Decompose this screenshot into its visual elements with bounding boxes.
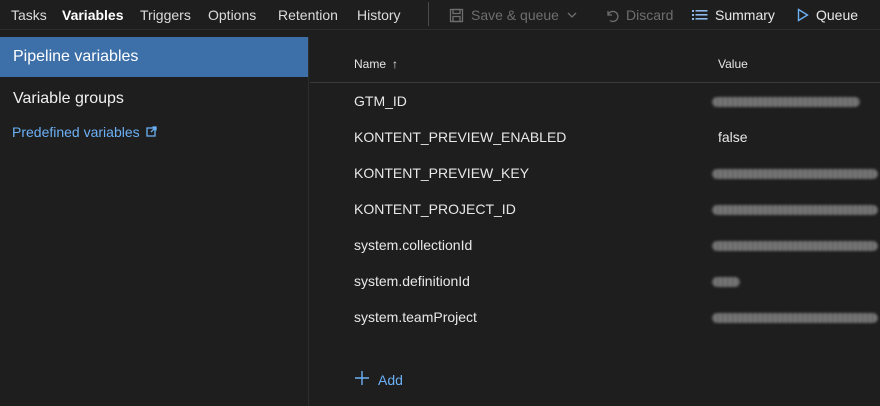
secret-value-redacted: [712, 241, 878, 251]
tab-triggers[interactable]: Triggers: [140, 7, 191, 23]
variables-table: Name ↑ Value GTM_ID KONTENT_PREVIEW_ENAB…: [310, 37, 880, 406]
column-name-label: Name: [354, 57, 387, 71]
variables-sidebar: Pipeline variables Variable groups Prede…: [0, 37, 309, 406]
plus-icon: [354, 370, 370, 389]
tab-variables[interactable]: Variables: [62, 7, 124, 23]
tab-history[interactable]: History: [357, 7, 401, 23]
save-icon: [449, 8, 464, 23]
save-queue-button[interactable]: Save & queue: [449, 7, 578, 23]
secret-value-redacted: [712, 205, 878, 215]
queue-button[interactable]: Queue: [797, 7, 858, 23]
toolbar-divider: [428, 2, 429, 26]
tab-retention[interactable]: Retention: [278, 7, 338, 23]
play-icon: [797, 8, 809, 22]
pipeline-tab-bar: Tasks Variables Triggers Options Retenti…: [0, 0, 880, 30]
discard-button[interactable]: Discard: [604, 7, 673, 23]
table-row[interactable]: system.definitionId: [310, 264, 880, 300]
variable-name[interactable]: KONTENT_PREVIEW_KEY: [354, 165, 529, 181]
table-row[interactable]: system.teamProject: [310, 300, 880, 336]
variable-name[interactable]: KONTENT_PREVIEW_ENABLED: [354, 129, 566, 145]
variable-name[interactable]: system.collectionId: [354, 237, 472, 253]
table-row[interactable]: KONTENT_PREVIEW_ENABLED false: [310, 120, 880, 156]
column-header-value: Value: [718, 57, 748, 71]
tab-tasks[interactable]: Tasks: [11, 7, 47, 23]
sort-ascending-icon: ↑: [392, 57, 399, 71]
predefined-variables-link[interactable]: Predefined variables: [12, 124, 157, 140]
tab-options[interactable]: Options: [208, 7, 256, 23]
secret-value-redacted: [712, 277, 740, 287]
secret-value-redacted: [712, 97, 860, 107]
secret-value-redacted: [712, 169, 878, 179]
secret-value-redacted: [712, 313, 878, 323]
predefined-variables-label: Predefined variables: [12, 124, 140, 140]
list-icon: [692, 8, 708, 22]
table-row[interactable]: KONTENT_PROJECT_ID: [310, 192, 880, 228]
table-header: Name ↑ Value: [310, 37, 880, 83]
external-link-icon: [145, 124, 157, 140]
undo-icon: [604, 8, 619, 23]
discard-label: Discard: [626, 7, 674, 23]
add-variable-button[interactable]: Add: [354, 370, 403, 389]
variable-name[interactable]: GTM_ID: [354, 93, 407, 109]
sidebar-item-variable-groups[interactable]: Variable groups: [0, 79, 308, 119]
summary-button[interactable]: Summary: [692, 7, 775, 23]
add-label: Add: [378, 371, 403, 388]
table-row[interactable]: KONTENT_PREVIEW_KEY: [310, 156, 880, 192]
save-queue-label: Save & queue: [471, 7, 559, 23]
queue-label: Queue: [816, 7, 859, 23]
column-header-name[interactable]: Name ↑: [354, 57, 398, 71]
variable-name[interactable]: KONTENT_PROJECT_ID: [354, 201, 516, 217]
table-row[interactable]: GTM_ID: [310, 84, 880, 120]
table-row[interactable]: system.collectionId: [310, 228, 880, 264]
summary-label: Summary: [715, 7, 775, 23]
variable-name[interactable]: system.teamProject: [354, 309, 477, 325]
chevron-down-icon: [566, 9, 578, 21]
sidebar-item-pipeline-variables[interactable]: Pipeline variables: [0, 37, 308, 77]
variable-value[interactable]: false: [718, 129, 748, 145]
variable-name[interactable]: system.definitionId: [354, 273, 470, 289]
